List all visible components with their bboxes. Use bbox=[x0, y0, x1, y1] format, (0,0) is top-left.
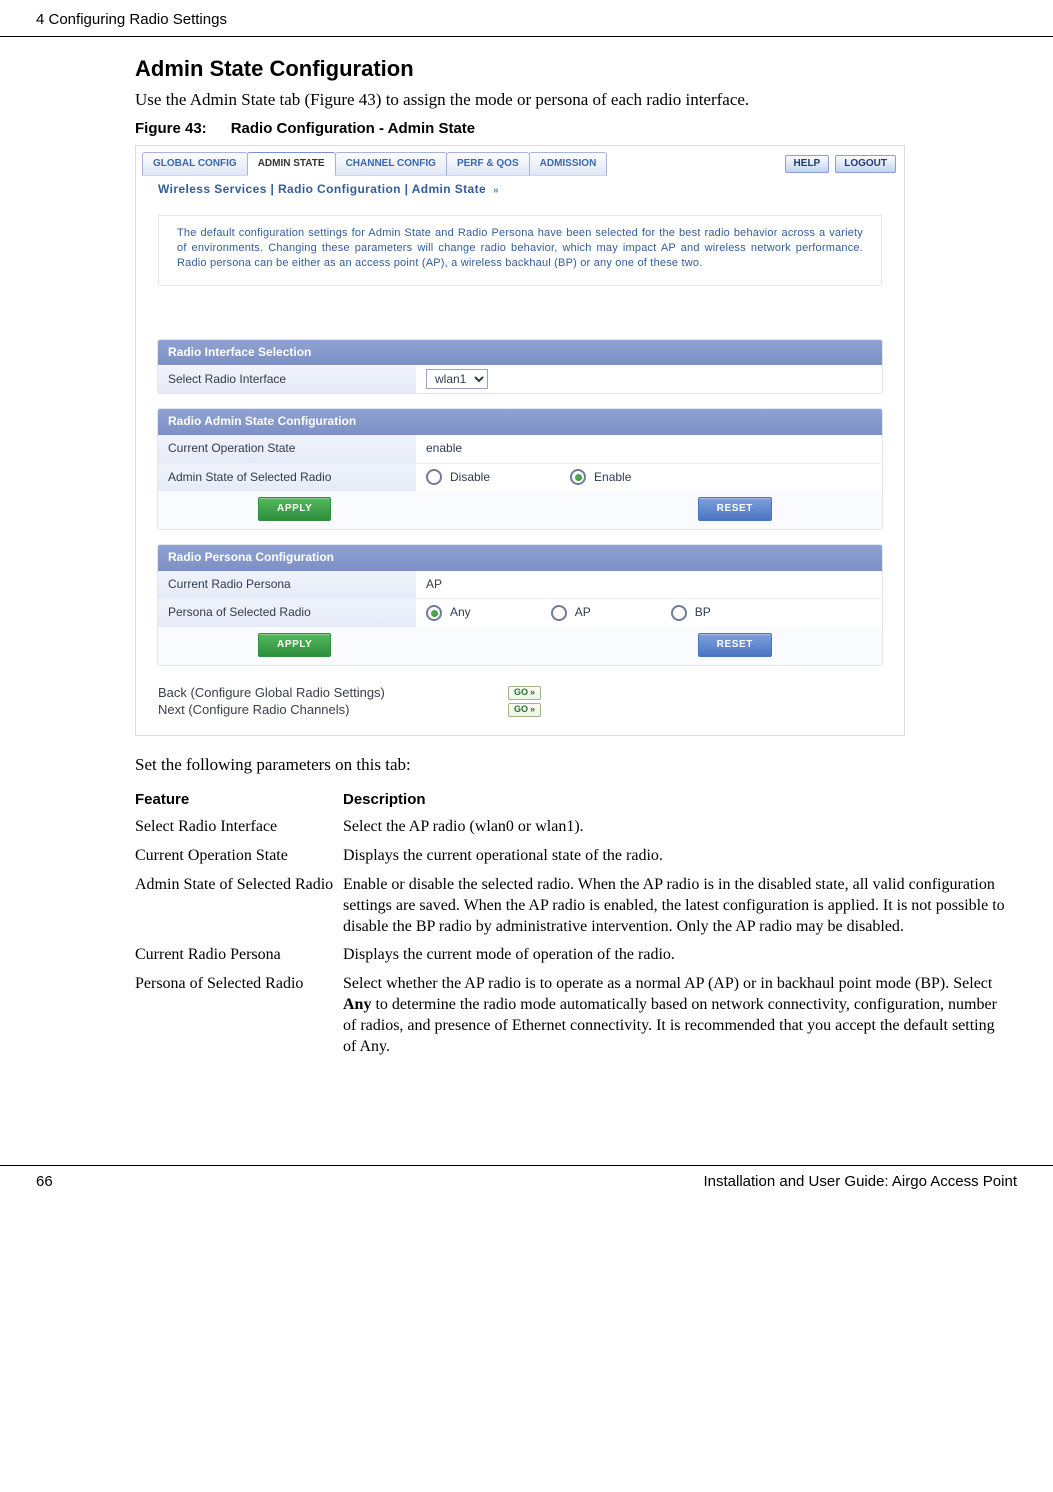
radio-label-bp: BP bbox=[695, 605, 711, 621]
table-row: Admin State of Selected Radio Enable or … bbox=[135, 875, 1005, 937]
table-cell-description: Select the AP radio (wlan0 or wlan1). bbox=[343, 817, 1005, 838]
tab-bar: GLOBAL CONFIG ADMIN STATE CHANNEL CONFIG… bbox=[136, 146, 904, 182]
go-next-button[interactable]: GO» bbox=[508, 703, 541, 717]
radio-label-any: Any bbox=[450, 605, 471, 621]
table-header-feature: Feature bbox=[135, 790, 343, 810]
content-area: Admin State Configuration Use the Admin … bbox=[0, 37, 1053, 1076]
reset-button[interactable]: RESET bbox=[698, 497, 772, 521]
tab-perf-qos[interactable]: PERF & QOS bbox=[446, 152, 530, 176]
screenshot-panel: GLOBAL CONFIG ADMIN STATE CHANNEL CONFIG… bbox=[135, 145, 905, 736]
table-cell-feature: Current Radio Persona bbox=[135, 945, 343, 966]
table-cell-feature: Persona of Selected Radio bbox=[135, 974, 343, 995]
reset-button[interactable]: RESET bbox=[698, 633, 772, 657]
table-cell-feature: Admin State of Selected Radio bbox=[135, 875, 343, 896]
panel-header: Radio Interface Selection bbox=[158, 340, 882, 366]
radio-persona-bp[interactable] bbox=[671, 605, 687, 621]
radio-persona-ap[interactable] bbox=[551, 605, 567, 621]
radio-admin-state-enable[interactable] bbox=[570, 469, 586, 485]
figure-caption: Figure 43: Radio Configuration - Admin St… bbox=[135, 119, 1003, 139]
table-row: Persona of Selected Radio Select whether… bbox=[135, 974, 1005, 1057]
value-current-operation-state: enable bbox=[416, 437, 472, 461]
field-label-persona-of-selected-radio: Persona of Selected Radio bbox=[158, 599, 416, 627]
panel-header: Radio Admin State Configuration bbox=[158, 409, 882, 435]
radio-label-enable: Enable bbox=[594, 470, 631, 486]
page-intro-box: The default configuration settings for A… bbox=[158, 215, 882, 286]
panel-button-row: APPLY RESET bbox=[158, 491, 882, 529]
parameter-table: Feature Description Select Radio Interfa… bbox=[135, 790, 1005, 1057]
table-header-row: Feature Description bbox=[135, 790, 1005, 810]
nav-links: Back (Configure Global Radio Settings) G… bbox=[136, 681, 904, 735]
panel-header: Radio Persona Configuration bbox=[158, 545, 882, 571]
field-label-current-operation-state: Current Operation State bbox=[158, 435, 416, 463]
table-cell-description: Displays the current operational state o… bbox=[343, 846, 1005, 867]
field-label-select-radio-interface: Select Radio Interface bbox=[158, 366, 416, 394]
table-cell-feature: Current Operation State bbox=[135, 846, 343, 867]
paragraph-after-figure: Set the following parameters on this tab… bbox=[135, 754, 1003, 776]
logout-button[interactable]: LOGOUT bbox=[835, 155, 896, 173]
figure-number: Figure 43: bbox=[135, 120, 207, 137]
field-label-admin-state-of-selected-radio: Admin State of Selected Radio bbox=[158, 464, 416, 492]
table-row: Current Radio Persona Displays the curre… bbox=[135, 945, 1005, 966]
select-radio-interface-dropdown[interactable]: wlan1 bbox=[426, 369, 488, 389]
panel-button-row: APPLY RESET bbox=[158, 627, 882, 665]
table-row: Current Operation State Displays the cur… bbox=[135, 846, 1005, 867]
page-number: 66 bbox=[36, 1172, 53, 1192]
figure-title: Radio Configuration - Admin State bbox=[231, 120, 475, 137]
tab-global-config[interactable]: GLOBAL CONFIG bbox=[142, 152, 248, 176]
panel-radio-interface-selection: Radio Interface Selection Select Radio I… bbox=[158, 340, 882, 394]
panel-radio-admin-state: Radio Admin State Configuration Current … bbox=[158, 409, 882, 529]
nav-next-label: Next (Configure Radio Channels) bbox=[158, 702, 508, 719]
radio-admin-state-disable[interactable] bbox=[426, 469, 442, 485]
table-row: Select Radio Interface Select the AP rad… bbox=[135, 817, 1005, 838]
radio-persona-any[interactable] bbox=[426, 605, 442, 621]
page-header: 4 Configuring Radio Settings bbox=[0, 0, 1053, 37]
panel-radio-persona: Radio Persona Configuration Current Radi… bbox=[158, 545, 882, 665]
table-cell-description: Select whether the AP radio is to operat… bbox=[343, 974, 1005, 1057]
radio-label-disable: Disable bbox=[450, 470, 490, 486]
chevron-right-icon: » bbox=[530, 687, 535, 699]
apply-button[interactable]: APPLY bbox=[258, 633, 331, 657]
field-label-current-radio-persona: Current Radio Persona bbox=[158, 571, 416, 599]
table-cell-description: Enable or disable the selected radio. Wh… bbox=[343, 875, 1005, 937]
tab-admission[interactable]: ADMISSION bbox=[529, 152, 608, 176]
section-title: Admin State Configuration bbox=[135, 55, 1003, 84]
nav-back-label: Back (Configure Global Radio Settings) bbox=[158, 685, 508, 702]
radio-label-ap: AP bbox=[575, 605, 591, 621]
footer-title: Installation and User Guide: Airgo Acces… bbox=[703, 1172, 1017, 1192]
value-current-radio-persona: AP bbox=[416, 573, 452, 597]
page-footer: 66 Installation and User Guide: Airgo Ac… bbox=[0, 1165, 1053, 1212]
chevron-right-icon: » bbox=[490, 185, 499, 196]
table-header-description: Description bbox=[343, 790, 1005, 810]
chapter-label: 4 Configuring Radio Settings bbox=[36, 10, 227, 30]
tab-channel-config[interactable]: CHANNEL CONFIG bbox=[335, 152, 447, 176]
go-back-button[interactable]: GO» bbox=[508, 686, 541, 700]
breadcrumb-text: Wireless Services | Radio Configuration … bbox=[158, 182, 486, 196]
breadcrumb: Wireless Services | Radio Configuration … bbox=[136, 182, 904, 216]
table-cell-description: Displays the current mode of operation o… bbox=[343, 945, 1005, 966]
chevron-right-icon: » bbox=[530, 704, 535, 716]
apply-button[interactable]: APPLY bbox=[258, 497, 331, 521]
section-intro-paragraph: Use the Admin State tab (Figure 43) to a… bbox=[135, 89, 1003, 111]
tab-admin-state[interactable]: ADMIN STATE bbox=[247, 152, 336, 176]
help-button[interactable]: HELP bbox=[785, 155, 830, 173]
table-cell-feature: Select Radio Interface bbox=[135, 817, 343, 838]
